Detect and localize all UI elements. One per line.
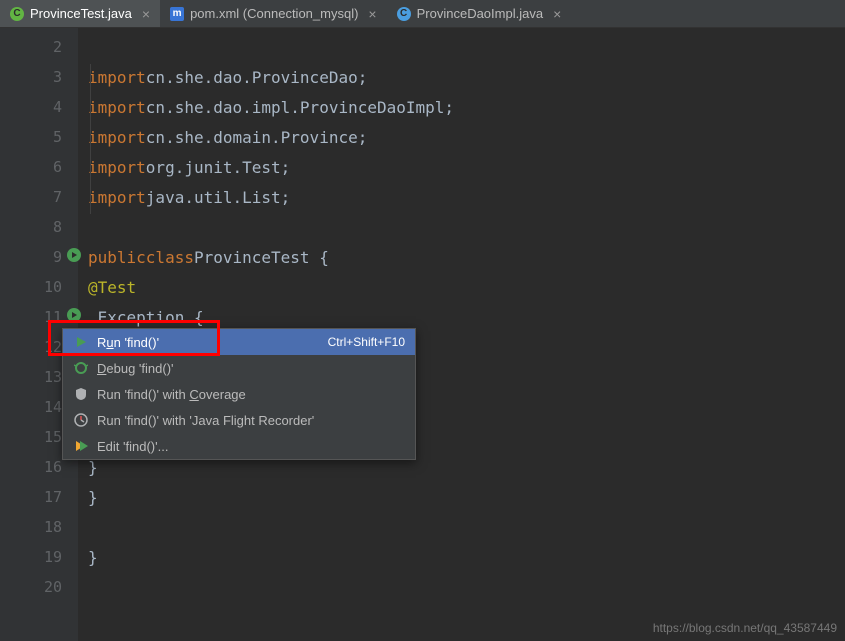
menu-label: Run 'find()'	[97, 335, 320, 350]
menu-edit[interactable]: Edit 'find()'...	[63, 433, 415, 459]
menu-jfr[interactable]: Run 'find()' with 'Java Flight Recorder'	[63, 407, 415, 433]
line-number: 2	[53, 38, 62, 56]
line-number: 17	[44, 488, 62, 506]
edit-icon	[73, 438, 89, 454]
code-line	[88, 212, 845, 242]
code-line	[88, 32, 845, 62]
line-number: 20	[44, 578, 62, 596]
watermark: https://blog.csdn.net/qq_43587449	[653, 621, 837, 635]
menu-label: Run 'find()' with Coverage	[97, 387, 405, 402]
code-line: import cn.she.domain.Province;	[88, 122, 845, 152]
code-line: import cn.she.dao.impl.ProvinceDaoImpl;	[88, 92, 845, 122]
tab-label: ProvinceTest.java	[30, 6, 132, 21]
line-number: 14	[44, 398, 62, 416]
line-number: 3	[53, 68, 62, 86]
close-icon[interactable]: ×	[368, 6, 376, 22]
code-line: }	[88, 542, 845, 572]
debug-icon	[73, 360, 89, 376]
close-icon[interactable]: ×	[142, 6, 150, 22]
menu-run[interactable]: Run 'find()' Ctrl+Shift+F10	[63, 329, 415, 355]
tab-label: pom.xml (Connection_mysql)	[190, 6, 358, 21]
play-icon	[73, 334, 89, 350]
tab-pom[interactable]: m pom.xml (Connection_mysql) ×	[160, 0, 387, 27]
code-line: }	[88, 482, 845, 512]
code-line: import java.util.List;	[88, 182, 845, 212]
line-number: 12	[44, 338, 62, 356]
menu-shortcut: Ctrl+Shift+F10	[328, 335, 405, 349]
class-icon: C	[397, 7, 411, 21]
menu-label: Edit 'find()'...	[97, 439, 405, 454]
menu-label: Run 'find()' with 'Java Flight Recorder'	[97, 413, 405, 428]
context-menu: Run 'find()' Ctrl+Shift+F10 Debug 'find(…	[62, 328, 416, 460]
line-number: 5	[53, 128, 62, 146]
tab-provincetest[interactable]: C ProvinceTest.java ×	[0, 0, 160, 27]
maven-icon: m	[170, 7, 184, 21]
line-number: 19	[44, 548, 62, 566]
tab-provincedaoimpl[interactable]: C ProvinceDaoImpl.java ×	[387, 0, 572, 27]
line-number: 15	[44, 428, 62, 446]
line-number: 6	[53, 158, 62, 176]
menu-debug[interactable]: Debug 'find()'	[63, 355, 415, 381]
line-number: 11	[44, 308, 62, 326]
line-number: 4	[53, 98, 62, 116]
code-line: import org.junit.Test;	[88, 152, 845, 182]
code-line: @Test	[88, 272, 845, 302]
line-number: 13	[44, 368, 62, 386]
line-number: 18	[44, 518, 62, 536]
editor-tabs: C ProvinceTest.java × m pom.xml (Connect…	[0, 0, 845, 28]
code-line: public class ProvinceTest {	[88, 242, 845, 272]
line-number: 7	[53, 188, 62, 206]
close-icon[interactable]: ×	[553, 6, 561, 22]
jfr-icon	[73, 412, 89, 428]
menu-coverage[interactable]: Run 'find()' with Coverage	[63, 381, 415, 407]
code-line	[88, 572, 845, 602]
line-number: 9	[53, 248, 62, 266]
coverage-icon	[73, 386, 89, 402]
line-number: 16	[44, 458, 62, 476]
tab-label: ProvinceDaoImpl.java	[417, 6, 543, 21]
class-icon: C	[10, 7, 24, 21]
line-number: 8	[53, 218, 62, 236]
menu-label: Debug 'find()'	[97, 361, 405, 376]
code-line: import cn.she.dao.ProvinceDao;	[88, 62, 845, 92]
line-number: 10	[44, 278, 62, 296]
code-line	[88, 512, 845, 542]
